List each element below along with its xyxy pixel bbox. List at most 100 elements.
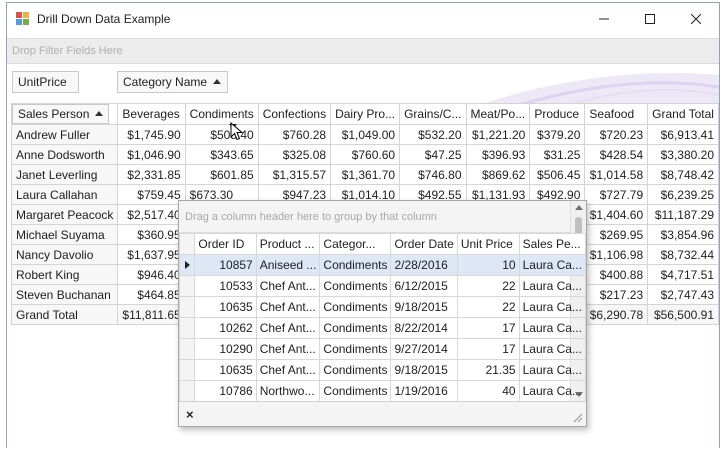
grid-cell[interactable]: 10262 [194,317,257,339]
pivot-cell[interactable]: $400.88 [584,264,649,285]
grid-cell[interactable]: Condiments [319,380,392,402]
row-header[interactable]: Nancy Davolio [10,244,119,265]
pivot-cell[interactable]: $8,732.44 [647,244,719,265]
maximize-button[interactable] [627,3,673,35]
row-field-sales-person[interactable]: Sales Person [12,104,110,124]
row-header[interactable]: Janet Leverling [10,164,119,185]
grid-cell[interactable]: 9/27/2014 [390,338,458,360]
pivot-cell[interactable]: $759.45 [117,184,186,205]
pivot-cell[interactable]: $3,854.96 [647,224,719,245]
pivot-cell[interactable]: $1,046.90 [117,144,186,165]
pivot-cell[interactable]: $1,361.70 [330,164,401,185]
pivot-cell[interactable]: $464.85 [117,284,186,305]
pivot-cell[interactable]: $601.85 [184,164,259,185]
grid-cell[interactable]: 6/12/2015 [390,275,458,297]
pivot-cell[interactable]: $428.54 [584,144,649,165]
resize-grip-icon[interactable] [571,411,583,423]
pivot-cell[interactable]: $6,239.25 [647,184,719,205]
row-header[interactable]: Andrew Fuller [10,124,119,145]
grid-cell[interactable]: Chef Ant... [255,359,321,381]
grid-cell[interactable]: Condiments [319,254,392,276]
grid-cell[interactable]: Laura Ca... [518,254,586,276]
row-header[interactable]: Steven Buchanan [10,284,119,305]
grid-column-header[interactable]: Order Date [390,233,458,255]
pivot-cell[interactable]: $325.08 [257,144,332,165]
column-header[interactable]: Seafood [584,103,649,125]
grid-cell[interactable]: 40 [456,380,520,402]
grid-cell[interactable]: 22 [456,275,520,297]
grid-cell[interactable]: Condiments [319,338,392,360]
table-row[interactable]: 10635 Chef Ant... Condiments 9/18/2015 2… [179,359,586,381]
row-header[interactable]: Anne Dodsworth [10,144,119,165]
pivot-cell[interactable]: $760.28 [257,124,332,145]
pivot-cell[interactable]: $1,049.00 [330,124,401,145]
grid-cell[interactable]: 10533 [194,275,257,297]
grid-column-header[interactable]: Categor... [319,233,392,255]
grid-cell[interactable]: 2/28/2016 [390,254,458,276]
grid-column-header[interactable]: Product ... [255,233,321,255]
pivot-cell[interactable]: $720.23 [584,124,649,145]
grid-cell[interactable]: 17 [456,317,520,339]
row-header[interactable]: Michael Suyama [10,224,119,245]
pivot-cell[interactable]: $760.60 [330,144,401,165]
pivot-cell[interactable]: $379.20 [529,124,586,145]
pivot-cell[interactable]: $1,106.98 [584,244,649,265]
pivot-cell[interactable]: $506.45 [529,164,586,185]
pivot-cell[interactable]: $8,748.42 [647,164,719,185]
grid-cell[interactable]: Laura Ca... [518,296,586,318]
column-header[interactable]: Confections [257,103,332,125]
pivot-cell[interactable]: $532.20 [399,124,467,145]
pivot-cell[interactable]: $2,331.85 [117,164,186,185]
pivot-cell[interactable]: $3,380.20 [647,144,719,165]
table-row[interactable]: 10635 Chef Ant... Condiments 9/18/2015 2… [179,296,586,318]
group-by-panel[interactable]: Drag a column header here to group by th… [179,201,571,233]
grid-cell[interactable]: 10857 [194,254,257,276]
grid-cell[interactable]: 9/18/2015 [390,296,458,318]
grid-cell[interactable]: Chef Ant... [255,275,321,297]
grid-cell[interactable]: Laura Ca... [518,275,586,297]
pivot-cell[interactable]: $727.79 [584,184,649,205]
table-row[interactable]: 10533 Chef Ant... Condiments 6/12/2015 2… [179,275,586,297]
grid-cell[interactable]: 1/19/2016 [390,380,458,402]
pivot-cell[interactable]: $6,913.41 [647,124,719,145]
pivot-cell[interactable]: $505.40 [184,124,259,145]
title-bar[interactable]: Drill Down Data Example [7,3,719,35]
grid-cell[interactable]: 21.35 [456,359,520,381]
grid-cell[interactable]: Condiments [319,359,392,381]
pivot-cell[interactable]: $6,290.78 [584,304,649,325]
pivot-cell[interactable]: $396.93 [465,144,531,165]
grid-cell[interactable]: Laura Ca... [518,380,586,402]
grid-column-header[interactable]: Sales Pe... [518,233,586,255]
grid-cell[interactable]: Condiments [319,275,392,297]
pivot-cell[interactable]: $343.65 [184,144,259,165]
grid-cell[interactable]: Aniseed ... [255,254,321,276]
pivot-cell[interactable]: $360.95 [117,224,186,245]
column-header[interactable]: Meat/Po... [465,103,531,125]
table-row[interactable]: 10262 Chef Ant... Condiments 8/22/2014 1… [179,317,586,339]
grid-cell[interactable]: 10635 [194,296,257,318]
pivot-cell[interactable]: $11,811.65 [117,304,186,325]
row-header[interactable]: Robert King [10,264,119,285]
close-window-button[interactable] [673,3,719,35]
close-popup-button[interactable]: × [186,407,194,422]
grid-cell[interactable]: Condiments [319,317,392,339]
table-row[interactable]: 10857 Aniseed ... Condiments 2/28/2016 1… [179,254,586,276]
grid-cell[interactable]: Chef Ant... [255,296,321,318]
grid-cell[interactable]: Laura Ca... [518,359,586,381]
pivot-cell[interactable]: $1,637.95 [117,244,186,265]
column-header[interactable]: Condiments [184,103,259,125]
pivot-cell[interactable]: $56,500.91 [647,304,719,325]
filter-drop-area[interactable]: Drop Filter Fields Here [7,38,719,64]
grid-column-header[interactable]: Order ID [194,233,257,255]
pivot-cell[interactable]: $1,745.90 [117,124,186,145]
pivot-cell[interactable]: $1,221.20 [465,124,531,145]
scroll-up-icon[interactable] [575,205,583,210]
row-header[interactable]: Grand Total [10,304,119,325]
pivot-cell[interactable]: $217.23 [584,284,649,305]
pivot-cell[interactable]: $2,517.40 [117,204,186,225]
grid-cell[interactable]: Laura Ca... [518,317,586,339]
grid-cell[interactable]: 22 [456,296,520,318]
grid-cell[interactable]: Laura Ca... [518,338,586,360]
column-header[interactable]: Grains/C... [399,103,467,125]
pivot-cell[interactable]: $31.25 [529,144,586,165]
